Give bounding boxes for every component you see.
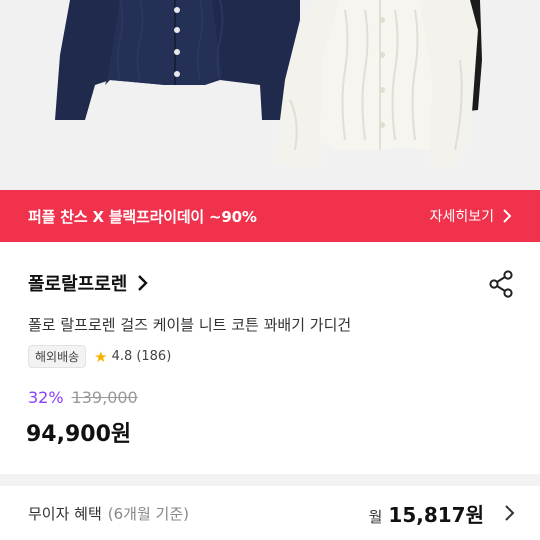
installment-prefix: 월 xyxy=(368,507,383,526)
product-image[interactable] xyxy=(0,0,540,190)
chevron-right-icon xyxy=(503,209,512,223)
product-info: 폴로랄프로렌 폴로 랄프로렌 걸즈 케이블 니트 코튼 꽈배기 가디건 해외배송… xyxy=(0,242,540,474)
promo-details-label: 자세히보기 xyxy=(429,209,494,225)
chevron-right-icon xyxy=(505,505,515,521)
share-icon[interactable] xyxy=(488,270,514,298)
navy-cardigan-image xyxy=(55,0,300,120)
brand-link[interactable]: 폴로랄프로렌 xyxy=(28,270,149,296)
installment-benefit-row[interactable]: 무이자 혜택 (6개월 기준) 월 15,817원 xyxy=(0,486,540,540)
promo-details-link[interactable]: 자세히보기 xyxy=(430,206,512,226)
chevron-right-icon xyxy=(138,275,149,291)
star-icon: ★ xyxy=(94,347,108,366)
price-discount-row: 32% 139,000 xyxy=(28,388,138,407)
cardigan-illustration xyxy=(55,0,482,168)
promo-title: 퍼플 찬스 X 블랙프라이데이 ~90% xyxy=(28,207,257,226)
installment-sub: (6개월 기준) xyxy=(107,504,189,523)
section-divider xyxy=(0,474,540,486)
installment-label: 무이자 혜택 xyxy=(28,504,102,523)
product-title: 폴로 랄프로렌 걸즈 케이블 니트 코튼 꽈배기 가디건 xyxy=(28,316,352,334)
brand-name: 폴로랄프로렌 xyxy=(28,274,128,295)
original-price: 139,000 xyxy=(71,388,138,407)
installment-amount: 15,817원 xyxy=(388,502,484,527)
cream-cardigan-image xyxy=(275,0,478,168)
discount-rate: 32% xyxy=(28,388,64,407)
rating-value: 4.8 xyxy=(111,349,133,364)
installment-amount-group: 월 15,817원 xyxy=(369,499,516,528)
final-price: 94,900원 xyxy=(26,422,132,447)
installment-label-group: 무이자 혜택 (6개월 기준) xyxy=(28,503,189,524)
review-count: (186) xyxy=(136,349,172,364)
promo-banner[interactable]: 퍼플 찬스 X 블랙프라이데이 ~90% 자세히보기 xyxy=(0,190,540,242)
product-meta: 해외배송 ★ 4.8 (186) xyxy=(28,345,171,368)
rating[interactable]: ★ 4.8 (186) xyxy=(94,348,171,366)
shipping-badge: 해외배송 xyxy=(28,345,87,368)
